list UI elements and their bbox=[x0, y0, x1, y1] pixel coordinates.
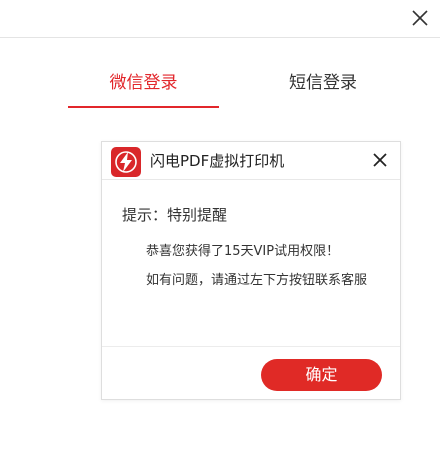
title-bar bbox=[0, 0, 440, 38]
notice-heading: 提示：特别提醒 bbox=[122, 206, 228, 224]
divider bbox=[102, 346, 400, 347]
confirm-button[interactable]: 确定 bbox=[261, 359, 382, 391]
tab-sms-login[interactable]: 短信登录 bbox=[264, 68, 382, 106]
message-line: 如有问题，请通过左下方按钮联系客服 bbox=[146, 273, 368, 288]
login-window: 微信登录 短信登录 闪电PDF虚拟打印机 提示：特别提醒 恭喜您获得了15天VI… bbox=[0, 0, 440, 460]
tab-wechat-login[interactable]: 微信登录 bbox=[68, 68, 219, 108]
close-icon[interactable] bbox=[411, 9, 429, 27]
login-tabs: 微信登录 短信登录 bbox=[68, 68, 378, 108]
notice-dialog: 闪电PDF虚拟打印机 提示：特别提醒 恭喜您获得了15天VIP试用权限！ 如有问… bbox=[101, 141, 401, 400]
dialog-header: 闪电PDF虚拟打印机 bbox=[102, 142, 400, 180]
message-line: 恭喜您获得了15天VIP试用权限！ bbox=[146, 244, 340, 259]
dialog-title: 闪电PDF虚拟打印机 bbox=[150, 152, 285, 170]
lightning-app-icon bbox=[111, 147, 141, 177]
close-icon[interactable] bbox=[372, 152, 388, 168]
